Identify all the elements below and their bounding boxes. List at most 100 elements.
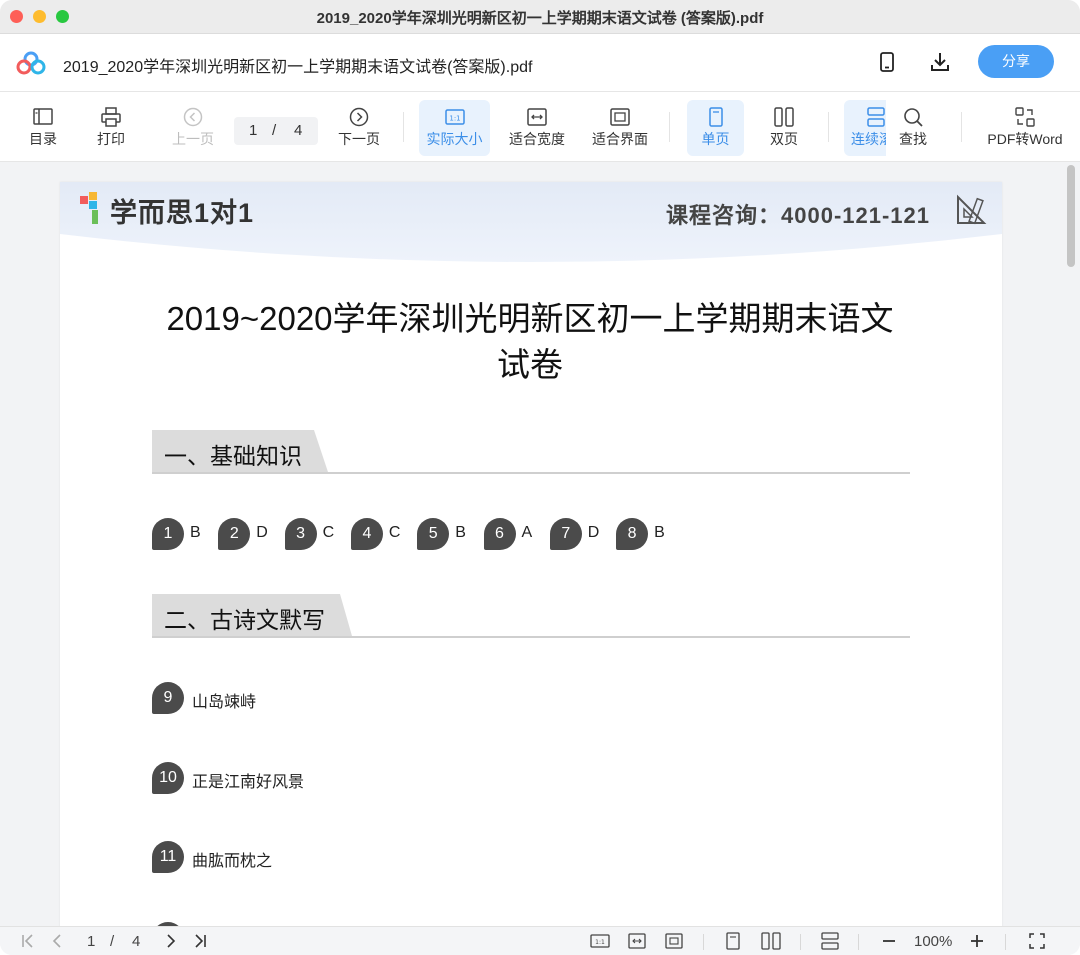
zoom-level: 100% — [914, 933, 953, 950]
next-page-label: 下一页 — [338, 131, 380, 147]
poem-answer-item: 11 曲肱而枕之 — [152, 841, 552, 873]
two-page-label: 双页 — [770, 131, 798, 147]
pdf-page: 学而思1对1 课程咨询：4000-121-121 2019~2020学年深圳光明… — [60, 182, 1002, 926]
continuous-scroll-icon — [867, 107, 885, 127]
section-heading-basics: 一、基础知识 — [152, 430, 910, 474]
answer-letter: D — [256, 524, 268, 541]
two-page-icon — [774, 107, 794, 127]
section-underline — [152, 472, 910, 474]
fit-page-small-icon[interactable] — [664, 931, 684, 951]
pdf-viewer-window: 2019_2020学年深圳光明新区初一上学期期末语文试卷 (答案版).pdf 2… — [0, 0, 1080, 955]
vertical-scrollbar[interactable] — [1067, 165, 1075, 267]
title-bar: 2019_2020学年深圳光明新区初一上学期期末语文试卷 (答案版).pdf — [0, 0, 1080, 34]
share-button[interactable]: 分享 — [978, 45, 1054, 78]
download-icon[interactable] — [928, 50, 952, 74]
fit-width-small-icon[interactable] — [627, 931, 647, 951]
single-page-small-icon[interactable] — [723, 931, 743, 951]
toolbar-divider — [961, 112, 962, 142]
svg-text:1:1: 1:1 — [449, 115, 460, 123]
next-page-icon[interactable] — [164, 931, 178, 951]
poem-answer-text: 正是江南好风景 — [192, 773, 305, 791]
answer-letter: A — [521, 524, 533, 541]
bottom-divider — [858, 934, 859, 950]
chevron-left-circle-icon — [183, 107, 203, 127]
section-underline — [152, 636, 910, 638]
answer-letter: C — [388, 524, 401, 541]
page-number-box[interactable]: 1 / 4 — [234, 117, 318, 145]
toolbar-divider — [828, 112, 829, 142]
poem-answer-item: 10 正是江南好风景 — [152, 761, 552, 794]
fit-page-label: 适合界面 — [592, 131, 648, 147]
last-page-icon[interactable] — [192, 931, 208, 951]
single-page-label: 单页 — [701, 131, 730, 147]
zoom-out-icon[interactable] — [880, 931, 898, 951]
answer-letter: B — [190, 524, 201, 541]
fit-width-label: 适合宽度 — [509, 131, 565, 147]
poem-answer-text: 山岛竦峙 — [192, 694, 257, 711]
poem-answer-text: 曲肱而枕之 — [192, 853, 273, 870]
document-title-line-2: 试卷 — [497, 346, 563, 383]
fit-width-button[interactable]: 适合宽度 — [503, 100, 571, 156]
brand-name: 学而思1对1 — [110, 198, 255, 228]
brand-logo-icon — [80, 192, 98, 224]
question-number-badge: 3 — [284, 518, 317, 550]
toolbar-divider — [669, 112, 670, 142]
continuous-scroll-button[interactable]: 连续滚 — [844, 100, 886, 156]
next-page-button[interactable]: 下一页 — [332, 100, 386, 156]
search-icon — [904, 108, 923, 127]
answer-letter: B — [654, 524, 665, 541]
two-page-small-icon[interactable] — [760, 931, 782, 951]
previous-page-icon[interactable] — [50, 931, 64, 951]
actual-size-button[interactable]: 1:1 实际大小 — [419, 100, 490, 156]
question-number-badge: 2 — [218, 518, 251, 550]
ruler-triangle-icon — [957, 194, 987, 225]
answer-letter: C — [322, 524, 335, 541]
question-number-badge: 6 — [483, 518, 516, 550]
two-page-button[interactable]: 双页 — [757, 100, 811, 156]
search-label: 查找 — [899, 131, 927, 147]
printer-icon — [101, 107, 121, 127]
fit-page-button[interactable]: 适合界面 — [586, 100, 654, 156]
page-separator: / — [272, 122, 277, 139]
fullscreen-icon[interactable] — [1028, 931, 1046, 951]
first-page-icon[interactable] — [20, 931, 36, 951]
pdf-to-word-button[interactable]: PDF转Word — [982, 100, 1068, 156]
current-page: 1 — [249, 122, 258, 139]
bottom-current-page: 1 — [87, 933, 96, 950]
actual-size-label: 实际大小 — [426, 131, 483, 147]
app-header: 2019_2020学年深圳光明新区初一上学期期末语文试卷(答案版).pdf 分享 — [0, 34, 1080, 92]
section-title: 一、基础知识 — [164, 443, 302, 469]
answer-letter: D — [587, 524, 600, 541]
bottom-status-bar: 1 / 4 1:1 100% — [0, 926, 1080, 955]
zoom-in-icon[interactable] — [968, 931, 986, 951]
toolbar-divider — [403, 112, 404, 142]
question-number-badge: 10 — [152, 761, 184, 794]
window-title: 2019_2020学年深圳光明新区初一上学期期末语文试卷 (答案版).pdf — [316, 10, 764, 27]
single-page-button[interactable]: 单页 — [687, 100, 744, 156]
print-label: 打印 — [97, 131, 125, 147]
question-number-badge: 4 — [350, 518, 383, 550]
poem-answer-item: 9 山岛竦峙 — [152, 682, 552, 714]
svg-text:1:1: 1:1 — [595, 939, 605, 946]
document-viewport[interactable]: 学而思1对1 课程咨询：4000-121-121 2019~2020学年深圳光明… — [0, 162, 1080, 926]
prev-page-button[interactable]: 上一页 — [166, 100, 220, 156]
section-heading-poetry: 二、古诗文默写 — [152, 594, 910, 638]
continuous-small-icon[interactable] — [820, 931, 840, 951]
hotline-text: 课程咨询：4000-121-121 — [666, 203, 931, 228]
toc-label: 目录 — [29, 131, 57, 147]
answer-letter: B — [455, 524, 466, 541]
bottom-page-separator: / — [110, 933, 115, 950]
pdf-to-word-label: PDF转Word — [987, 131, 1063, 147]
section-title: 二、古诗文默写 — [164, 607, 325, 633]
toc-button[interactable]: 目录 — [18, 100, 68, 156]
bottom-divider — [800, 934, 801, 950]
phone-icon[interactable] — [875, 50, 899, 74]
question-number-badge: 5 — [417, 518, 450, 550]
actual-size-small-icon[interactable]: 1:1 — [590, 931, 610, 951]
search-button[interactable]: 查找 — [890, 100, 936, 156]
cloud-logo-icon — [16, 51, 46, 75]
print-button[interactable]: 打印 — [86, 100, 136, 156]
total-pages: 4 — [294, 122, 303, 139]
document-title-line-1: 2019~2020学年深圳光明新区初一上学期期末语文 — [166, 300, 894, 337]
document-title: 2019~2020学年深圳光明新区初一上学期期末语文 试卷 — [150, 296, 910, 388]
